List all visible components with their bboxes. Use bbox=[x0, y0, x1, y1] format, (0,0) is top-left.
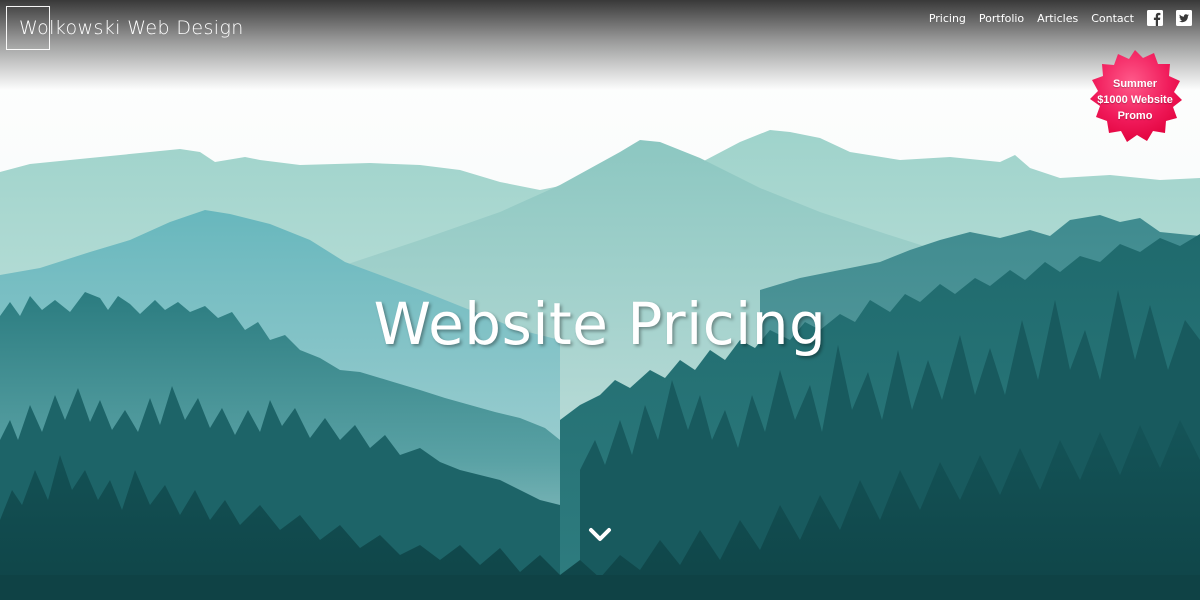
chevron-down-icon[interactable] bbox=[588, 524, 612, 546]
promo-line-2: $1000 Website bbox=[1097, 94, 1173, 106]
site-logo[interactable]: Wolkowski Web Design bbox=[6, 6, 244, 50]
nav-item-portfolio[interactable]: Portfolio bbox=[979, 12, 1024, 25]
site-logo-text: Wolkowski Web Design bbox=[19, 17, 244, 39]
nav-item-pricing[interactable]: Pricing bbox=[929, 12, 966, 25]
hero-section: Wolkowski Web Design Pricing Portfolio A… bbox=[0, 0, 1200, 600]
promo-text: Summer $1000 Website Promo bbox=[1085, 76, 1185, 124]
facebook-icon[interactable] bbox=[1147, 10, 1163, 26]
promo-line-1: Summer bbox=[1112, 78, 1158, 90]
twitter-icon[interactable] bbox=[1176, 10, 1192, 26]
nav-item-contact[interactable]: Contact bbox=[1091, 12, 1134, 25]
promo-line-3: Promo bbox=[1117, 110, 1153, 122]
page-title: Website Pricing bbox=[373, 290, 827, 358]
main-nav: Pricing Portfolio Articles Contact bbox=[929, 9, 1192, 27]
nav-item-articles[interactable]: Articles bbox=[1037, 12, 1078, 25]
summer-promo-badge[interactable]: Summer $1000 Website Promo bbox=[1085, 48, 1185, 148]
